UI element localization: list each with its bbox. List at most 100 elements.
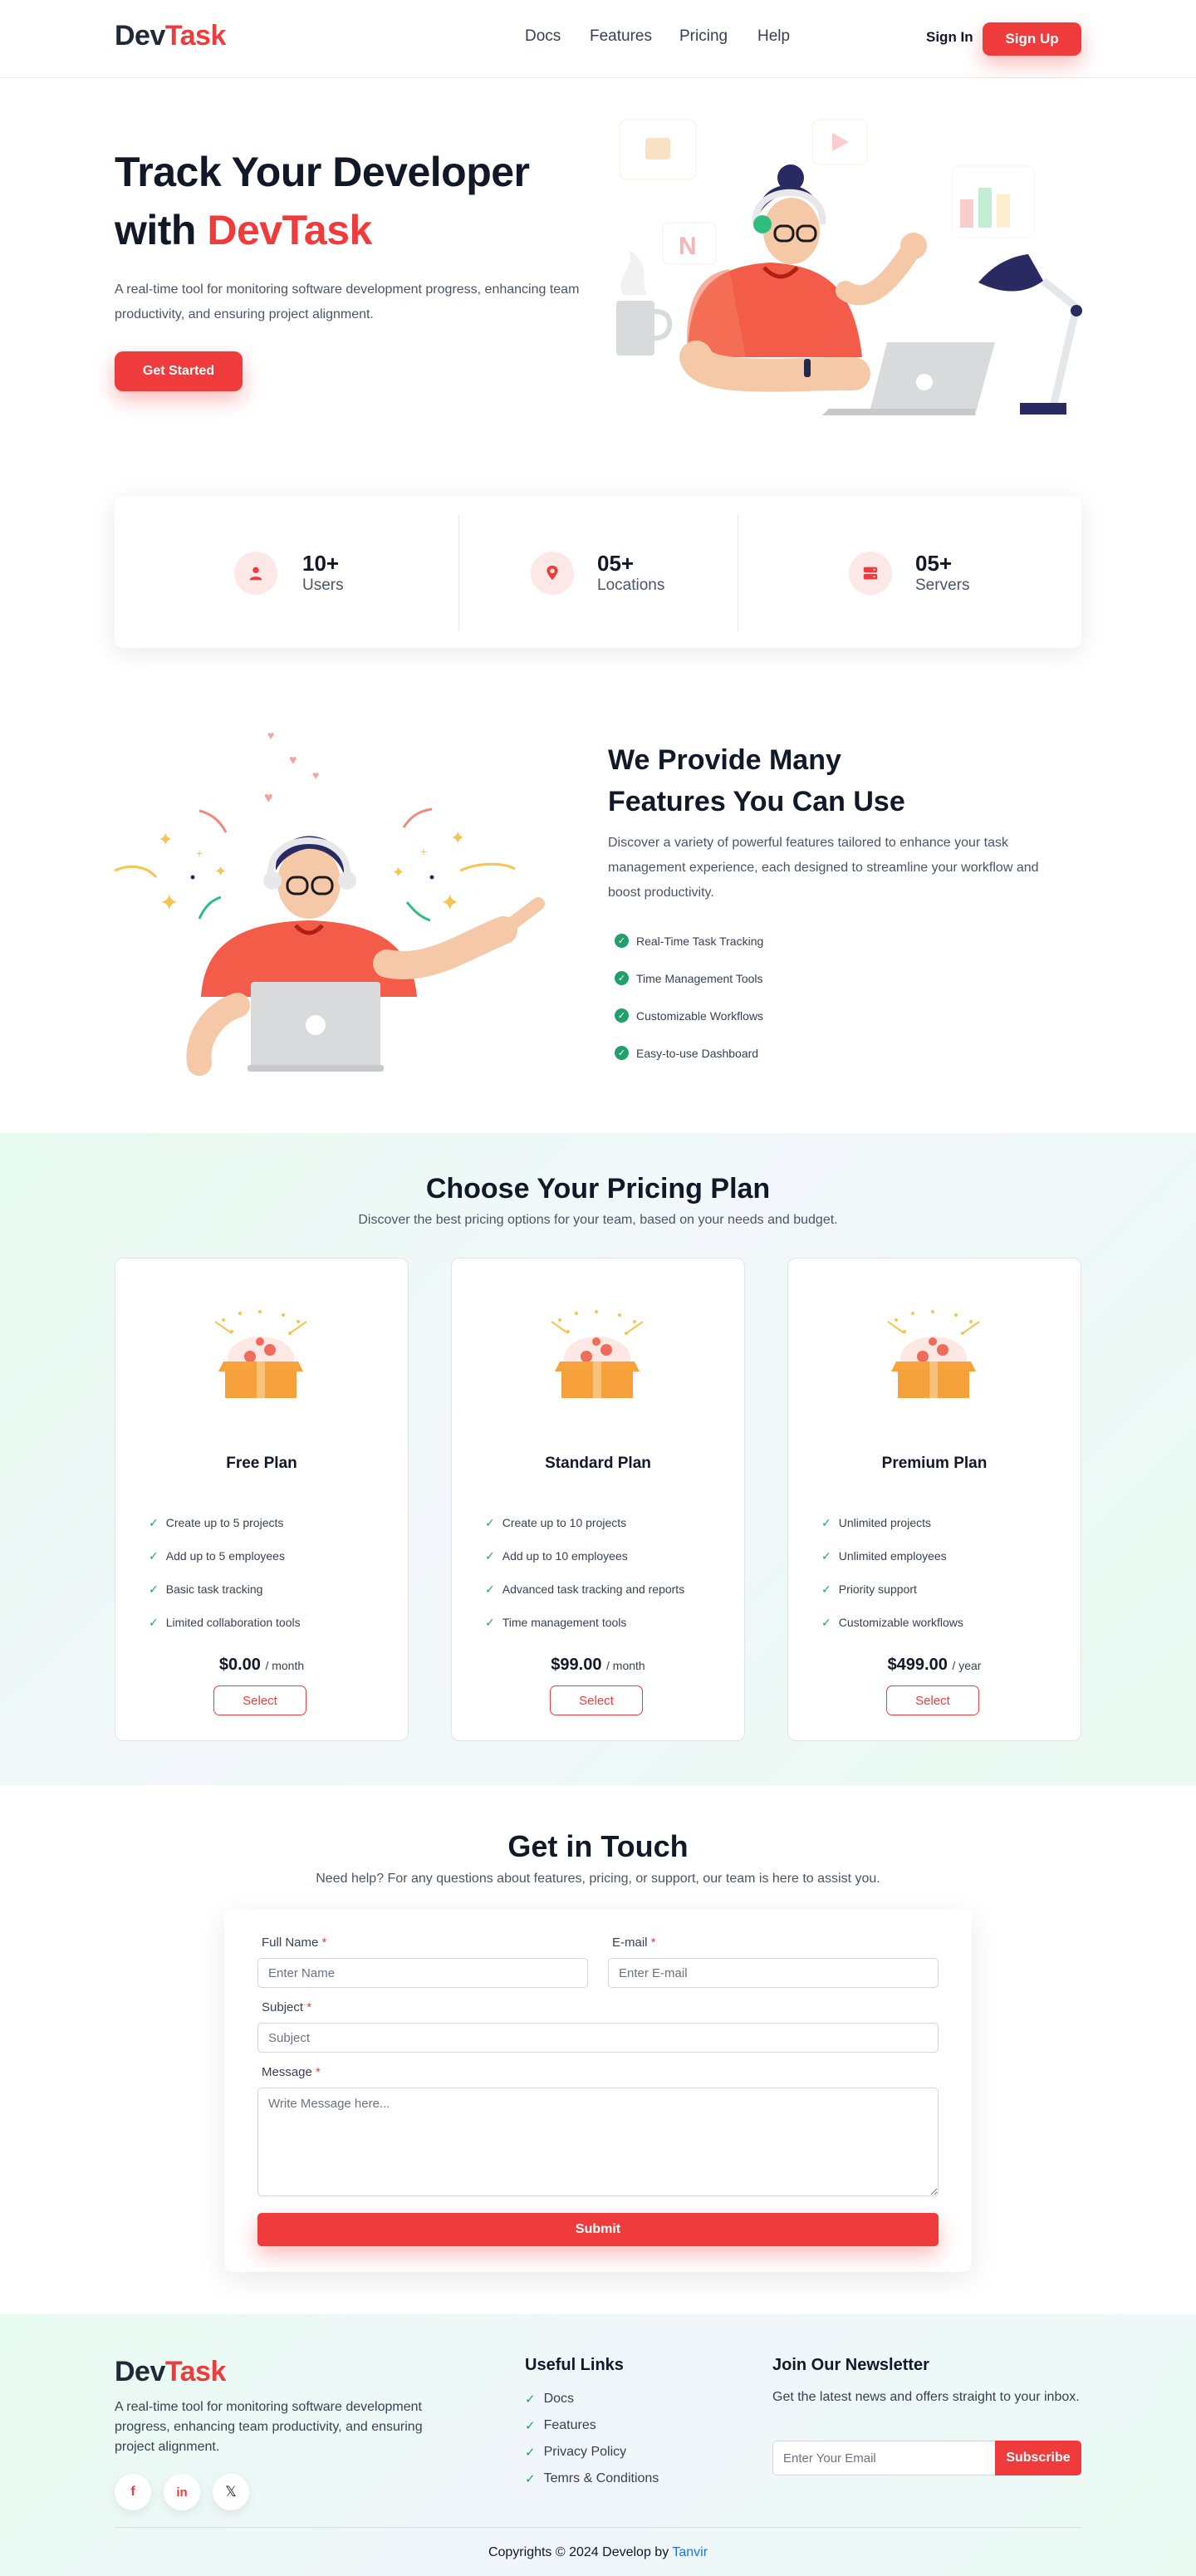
hero-description: A real-time tool for monitoring software…: [115, 282, 580, 321]
footer-link-docs[interactable]: ✓ Docs: [525, 2386, 659, 2412]
features-description: Discover a variety of powerful features …: [608, 836, 1039, 900]
sign-up-button[interactable]: Sign Up: [983, 22, 1081, 56]
newsletter-email-input[interactable]: [772, 2441, 995, 2475]
plan-feature: ✓ Create up to 5 projects: [149, 1506, 301, 1539]
facebook-icon[interactable]: f: [115, 2474, 151, 2510]
plan-feature-label: Unlimited projects: [838, 1516, 931, 1529]
stats-card: 10+ Users 05+ Locations 05+ Servers: [115, 496, 1081, 648]
stat-value: 10+: [302, 551, 340, 576]
useful-links-title: Useful Links: [525, 2356, 624, 2374]
author-link[interactable]: Tanvir: [672, 2545, 708, 2559]
required-mark: *: [650, 1936, 656, 1950]
svg-text:N: N: [679, 233, 697, 260]
newsletter-title: Join Our Newsletter: [772, 2356, 929, 2374]
footer-link-terms[interactable]: ✓ Temrs & Conditions: [525, 2466, 659, 2492]
footer-link-label: Features: [543, 2418, 596, 2432]
svg-text:✦: ✦: [159, 890, 179, 915]
select-free-plan-button[interactable]: Select: [213, 1685, 306, 1715]
feature-item: ✓ Easy-to-use Dashboard: [615, 1034, 763, 1072]
footer-link-privacy-policy[interactable]: ✓ Privacy Policy: [525, 2439, 659, 2466]
check-icon: ✓: [525, 2472, 536, 2486]
check-icon: ✓: [821, 1615, 831, 1629]
check-icon: ✓: [821, 1582, 831, 1596]
feature-item: ✓ Customizable Workflows: [615, 997, 763, 1034]
plan-price-value: $99.00: [551, 1656, 602, 1674]
pricing-title: Choose Your Pricing Plan: [425, 1173, 771, 1205]
feature-label: Customizable Workflows: [636, 1008, 764, 1023]
select-standard-plan-button[interactable]: Select: [550, 1685, 643, 1715]
feature-item: ✓ Real-Time Task Tracking: [615, 922, 763, 959]
plan-feature-label: Time management tools: [502, 1616, 627, 1629]
stat-label: Servers: [915, 577, 970, 594]
plan-feature-label: Add up to 5 employees: [165, 1549, 285, 1563]
get-started-button[interactable]: Get Started: [115, 351, 243, 391]
brand-logo[interactable]: DevTask: [115, 20, 226, 52]
plan-feature: ✓ Advanced task tracking and reports: [485, 1573, 684, 1606]
footer-divider: [115, 2527, 1081, 2528]
feature-label: Time Management Tools: [636, 971, 763, 985]
stat-value: 05+: [915, 551, 953, 576]
x-icon[interactable]: 𝕏: [213, 2474, 249, 2510]
check-icon: ✓: [485, 1548, 495, 1563]
sign-in-link[interactable]: Sign In: [926, 29, 973, 46]
message-textarea[interactable]: [257, 2088, 939, 2196]
hero-title-accent: DevTask: [207, 207, 372, 253]
linkedin-icon[interactable]: in: [164, 2474, 200, 2510]
pricing-subtitle: Discover the best pricing options for yo…: [358, 1213, 838, 1227]
features-title: We Provide Many Features You Can Use: [608, 739, 1073, 822]
plan-feature-label: Priority support: [838, 1582, 917, 1596]
check-icon: ✓: [149, 1582, 159, 1596]
svg-text:♥: ♥: [264, 789, 273, 806]
developer-illustration: N: [616, 119, 1082, 415]
gift-box-icon: [887, 1310, 980, 1398]
footer-brand-logo[interactable]: DevTask: [115, 2356, 226, 2388]
full-name-input[interactable]: [257, 1958, 588, 1988]
subject-label: Subject *: [262, 2000, 311, 2014]
site-footer: DevTask A real-time tool for monitoring …: [0, 2314, 1196, 2576]
email-input[interactable]: [608, 1958, 939, 1988]
feature-item: ✓ Time Management Tools: [615, 959, 763, 997]
plan-feature: ✓ Unlimited employees: [821, 1539, 963, 1573]
nav-pricing[interactable]: Pricing: [679, 27, 728, 46]
full-name-label: Full Name *: [262, 1936, 326, 1950]
svg-text:✦: ✦: [214, 863, 227, 880]
brand-part-dev: Dev: [115, 20, 165, 52]
developer-wave-illustration: ♥ ♥ ♥ ♥ ✦ ✦ ✦ + ✦ ✦ ✦ +: [114, 729, 545, 1076]
plan-feature-label: Customizable workflows: [838, 1616, 963, 1629]
plan-card-premium: Premium Plan ✓ Unlimited projects ✓ Unlimi…: [787, 1258, 1081, 1741]
plan-price-period: / month: [606, 1659, 645, 1672]
subscribe-button[interactable]: Subscribe: [995, 2441, 1081, 2475]
plan-feature: ✓ Limited collaboration tools: [149, 1606, 301, 1639]
plan-feature-label: Basic task tracking: [165, 1582, 263, 1596]
brand-part-task: Task: [164, 2356, 226, 2387]
svg-text:♥: ♥: [289, 753, 297, 768]
check-circle-icon: ✓: [615, 1008, 629, 1023]
footer-link-label: Docs: [543, 2392, 575, 2406]
submit-button[interactable]: Submit: [257, 2213, 939, 2246]
subject-input[interactable]: [257, 2023, 939, 2053]
gift-box-icon: [551, 1310, 644, 1398]
hero-title-line1: Track Your Developer: [115, 149, 530, 195]
nav-help[interactable]: Help: [757, 27, 790, 46]
required-mark: *: [321, 1936, 327, 1950]
plan-price-value: $0.00: [218, 1656, 261, 1674]
plan-price: $99.00 / month: [452, 1656, 744, 1675]
hero-title-line2-prefix: with: [115, 207, 208, 253]
plan-feature: ✓ Customizable workflows: [821, 1606, 963, 1639]
plan-price-value: $499.00: [887, 1656, 948, 1674]
plan-price-period: / month: [265, 1659, 305, 1672]
stat-value: 05+: [597, 551, 635, 576]
plan-feature-label: Advanced task tracking and reports: [502, 1582, 685, 1596]
check-icon: ✓: [149, 1615, 159, 1629]
select-premium-plan-button[interactable]: Select: [886, 1685, 979, 1715]
plan-feature: ✓ Basic task tracking: [149, 1573, 301, 1606]
nav-docs[interactable]: Docs: [525, 27, 561, 46]
feature-label: Easy-to-use Dashboard: [636, 1046, 759, 1060]
nav-features[interactable]: Features: [590, 27, 652, 46]
footer-link-features[interactable]: ✓ Features: [525, 2412, 659, 2439]
plan-feature: ✓ Add up to 10 employees: [485, 1539, 684, 1573]
plan-name: Free Plan: [226, 1455, 297, 1472]
plan-card-standard: Standard Plan ✓ Create up to 10 projects …: [451, 1258, 745, 1741]
user-icon: [234, 551, 277, 595]
stat-label: Users: [302, 577, 344, 594]
